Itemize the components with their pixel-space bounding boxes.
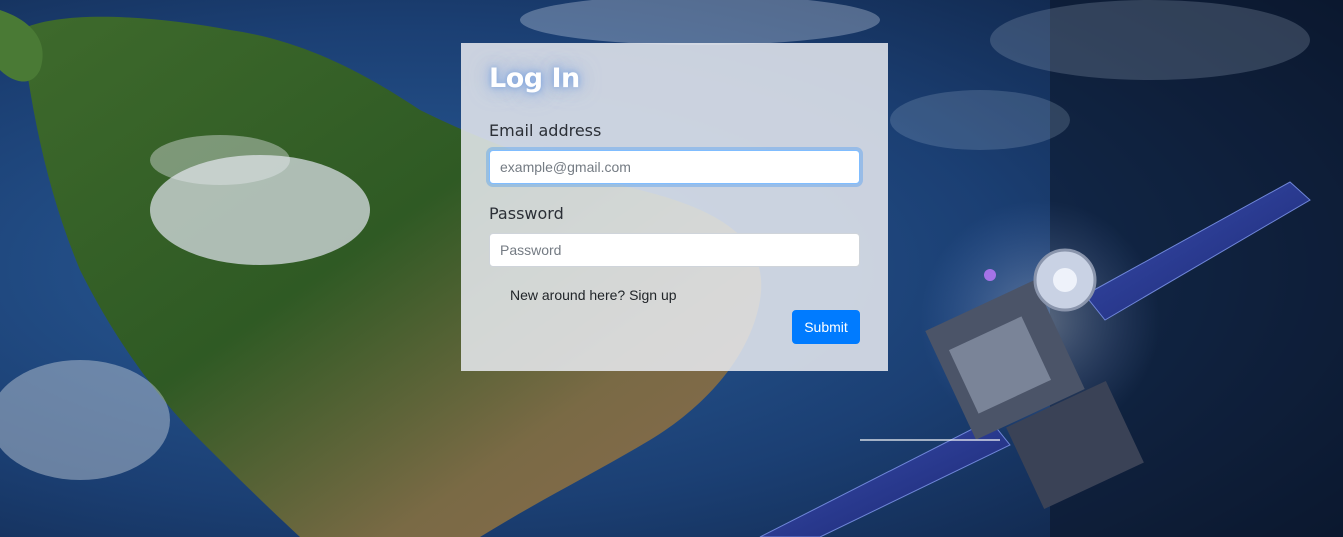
password-input[interactable]: [489, 233, 860, 267]
login-card: Log In Email address Password New around…: [461, 43, 888, 371]
login-title: Log In: [489, 63, 580, 94]
email-label: Email address: [489, 121, 602, 140]
submit-button[interactable]: Submit: [792, 310, 860, 344]
password-label: Password: [489, 204, 564, 223]
signup-link[interactable]: New around here? Sign up: [510, 287, 677, 303]
email-input[interactable]: [489, 150, 860, 184]
